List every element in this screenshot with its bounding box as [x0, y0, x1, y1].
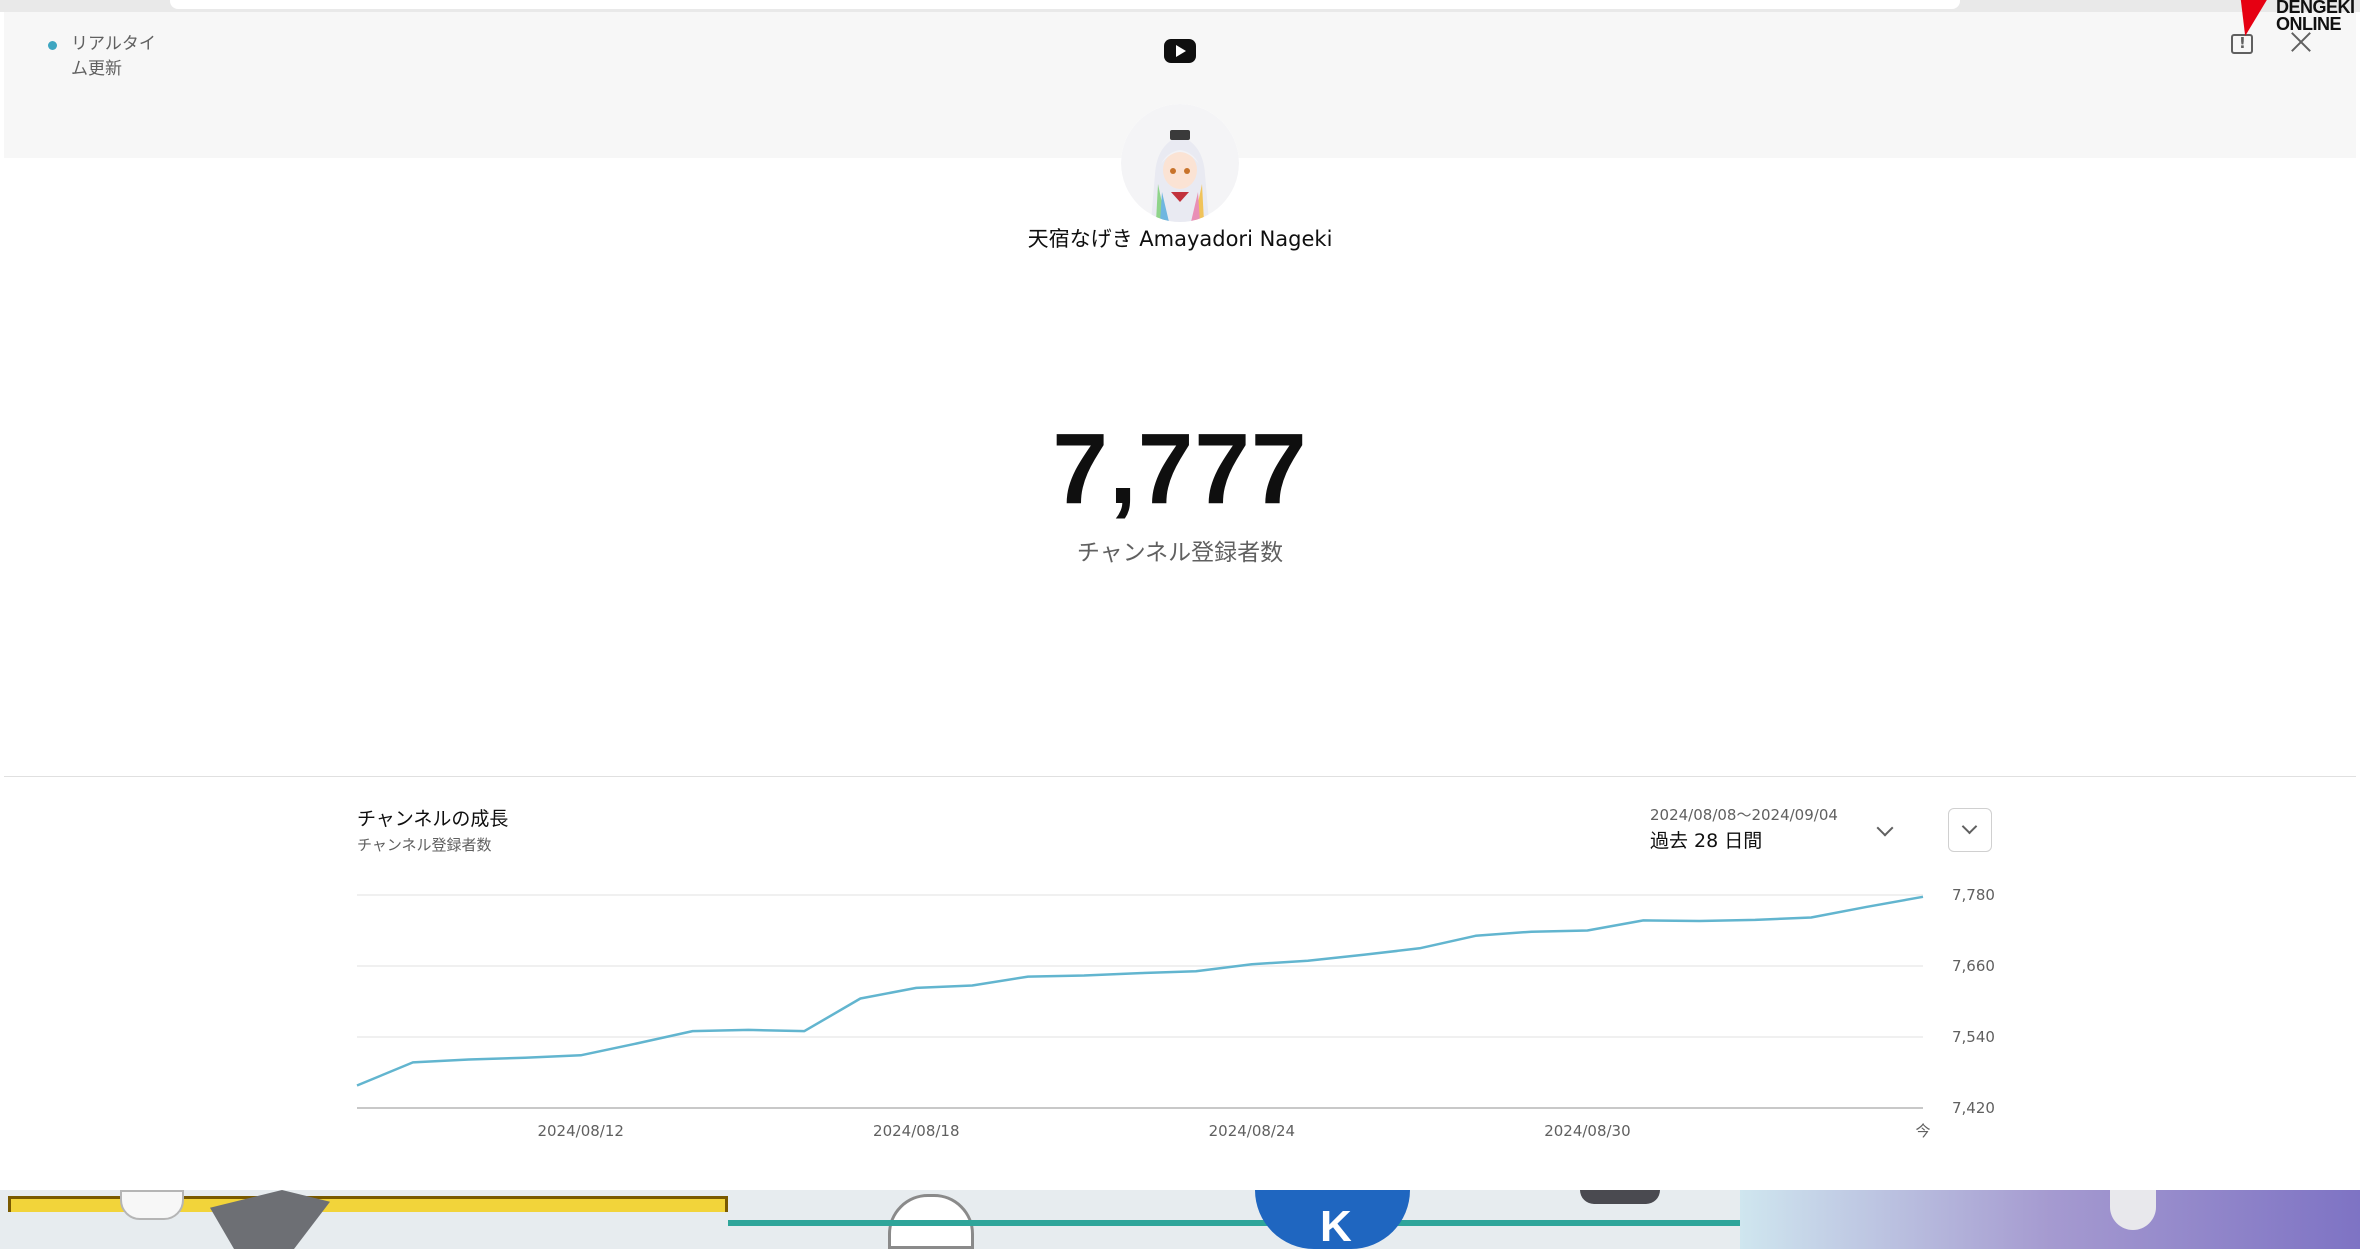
- y-tick-label: 7,660: [1952, 957, 1995, 975]
- x-tick-label: 2024/08/30: [1544, 1122, 1630, 1140]
- live-dot-icon: [48, 41, 57, 50]
- chevron-down-icon[interactable]: [1870, 815, 1900, 845]
- x-tick-label: 2024/08/18: [873, 1122, 959, 1140]
- x-tick-label: 2024/08/24: [1209, 1122, 1295, 1140]
- dengeki-online-logo: DENGEKI ONLINE: [2231, 0, 2360, 40]
- x-tick-label: 今: [1915, 1122, 1930, 1140]
- y-tick-label: 7,540: [1952, 1028, 1995, 1046]
- realtime-update-toggle[interactable]: リアルタイム更新: [48, 32, 163, 82]
- logo-line2: ONLINE: [2276, 14, 2342, 34]
- channel-name: 天宿なげき Amayadori Nageki: [1027, 227, 1333, 251]
- realtime-label: リアルタイム更新: [71, 34, 156, 79]
- lightning-bolt-icon: [2231, 0, 2267, 36]
- expand-chart-button[interactable]: [1948, 808, 1992, 852]
- channel-avatar: [1121, 104, 1239, 222]
- section-divider: [4, 776, 2356, 777]
- y-tick-label: 7,420: [1952, 1099, 1995, 1117]
- date-range: 2024/08/08～2024/09/04: [1650, 806, 1838, 824]
- y-tick-label: 7,780: [1952, 886, 1995, 904]
- growth-title: チャンネルの成長: [357, 808, 509, 830]
- address-bar[interactable]: [170, 0, 1960, 9]
- x-tick-label: 2024/08/12: [537, 1122, 623, 1140]
- period-label: 過去 28 日間: [1650, 830, 1763, 852]
- youtube-logo-icon: [1164, 39, 1196, 63]
- subscriber-series-line: [356, 895, 1924, 1087]
- growth-subtitle: チャンネル登録者数: [357, 836, 492, 854]
- browser-top-strip: [0, 0, 2360, 12]
- subscriber-count-label: チャンネル登録者数: [1076, 540, 1284, 566]
- subscriber-count: 7,777: [1052, 413, 1308, 525]
- stream-overlay-art: K: [0, 1190, 2360, 1249]
